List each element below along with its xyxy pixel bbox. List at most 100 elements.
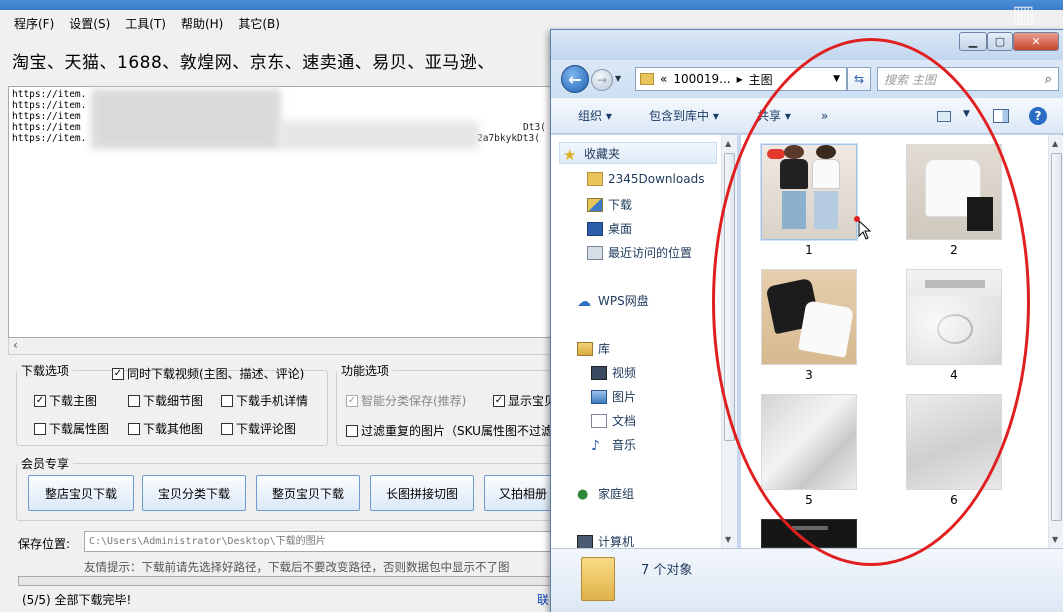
url-line: https://item.	[12, 133, 87, 144]
content-scrollbar[interactable]: ▲ ▼	[1048, 135, 1063, 548]
checkbox-main-image[interactable]: ✓ 下载主图	[34, 392, 97, 409]
nav-desktop[interactable]: 桌面	[587, 220, 632, 237]
desktop-icon	[587, 221, 603, 236]
minimize-button[interactable]: ▁	[959, 32, 987, 51]
url-input-area[interactable]: https://item. https://item. https://item…	[8, 86, 556, 338]
item-count: 7 个对象	[641, 563, 693, 578]
nav-pictures[interactable]: 图片	[591, 388, 636, 405]
save-location-label: 保存位置:	[18, 537, 71, 551]
recent-pages-dropdown-icon[interactable]: ▼	[615, 74, 621, 83]
pictures-icon	[591, 389, 607, 404]
scroll-left-icon[interactable]: ‹	[13, 338, 18, 352]
nav-favorites[interactable]: ★ 收藏夹	[559, 142, 717, 164]
download-folder-icon	[587, 197, 603, 212]
close-button[interactable]: ✕	[1013, 32, 1059, 51]
menu-tools[interactable]: 工具(T)	[119, 15, 175, 32]
recent-places-icon	[587, 245, 603, 260]
back-button[interactable]: ←	[561, 65, 589, 93]
breadcrumb-separator-icon[interactable]: ▸	[737, 72, 743, 86]
nav-downloads[interactable]: 下载	[587, 196, 632, 213]
menu-bar: 程序(F) 设置(S) 工具(T) 帮助(H) 其它(B)	[0, 10, 560, 36]
menu-program[interactable]: 程序(F)	[8, 15, 63, 32]
menu-help[interactable]: 帮助(H)	[175, 15, 232, 32]
nav-music[interactable]: ♪ 音乐	[591, 436, 636, 454]
check-icon: ✓	[493, 394, 505, 407]
nav-2345downloads[interactable]: 2345Downloads	[587, 172, 704, 186]
explorer-title-bar[interactable]: ▁ ▢ ✕	[551, 30, 1063, 60]
forward-button[interactable]: →	[591, 69, 613, 91]
whole-page-download-button[interactable]: 整页宝贝下载	[256, 475, 360, 511]
star-icon: ★	[563, 146, 577, 164]
content-scroll-thumb[interactable]	[1051, 153, 1062, 521]
progress-bar	[18, 576, 556, 586]
folder-icon	[587, 172, 603, 186]
explorer-status-bar: 7 个对象	[551, 548, 1063, 612]
url-tail: 2a7bkykDt3(	[477, 133, 540, 144]
checkbox-download-video[interactable]: ✓ 同时下载视频(主图、描述、评论)	[112, 365, 304, 382]
checkbox-mobile-detail[interactable]: 下载手机详情	[221, 392, 308, 409]
maximize-icon: ▢	[994, 35, 1006, 48]
url-tail: Dt3(	[523, 122, 546, 133]
checkbox-smart-save[interactable]: ✓ 智能分类保存(推荐)	[346, 392, 466, 409]
save-path-field[interactable]: C:\Users\Administrator\Desktop\下载的图片	[84, 531, 556, 552]
search-icon[interactable]: ⌕	[1045, 72, 1052, 87]
maximize-button[interactable]: ▢	[987, 32, 1013, 51]
checkbox-show-item[interactable]: ✓ 显示宝贝	[493, 392, 556, 409]
breadcrumb-overflow[interactable]: «	[660, 72, 667, 86]
url-line: https://item.	[12, 89, 87, 100]
nav-libraries[interactable]: 库	[577, 340, 610, 357]
check-icon: ✓	[34, 394, 46, 407]
tip-text: 友情提示：下载前请先选择好路径，下载后不要改变路径，否则数据包中显示不了图	[84, 560, 510, 574]
contact-link[interactable]: 联	[537, 591, 549, 608]
close-icon: ✕	[1031, 35, 1041, 48]
category-download-button[interactable]: 宝贝分类下载	[142, 475, 246, 511]
whole-shop-download-button[interactable]: 整店宝贝下载	[28, 475, 134, 511]
menu-other[interactable]: 其它(B)	[232, 15, 289, 32]
check-icon: ✓	[346, 394, 358, 407]
check-icon: ✓	[112, 367, 124, 380]
nav-wps-cloud[interactable]: ☁ WPS网盘	[577, 292, 649, 310]
checkbox-filter-duplicates[interactable]: 过滤重复的图片（SKU属性图不过滤	[346, 422, 553, 439]
cloud-icon: ☁	[577, 293, 591, 310]
url-line: https://item	[12, 111, 81, 122]
preview-pane-icon[interactable]	[993, 109, 1009, 123]
navigation-pane: ★ 收藏夹 2345Downloads 下载 桌面 最近访问的位置 ☁ WPS网盘 …	[551, 135, 737, 549]
scroll-down-icon: ▼	[725, 535, 732, 544]
arrow-right-icon: →	[596, 73, 608, 87]
checkbox-attr-image[interactable]: 下载属性图	[34, 420, 109, 437]
checkbox-other-image[interactable]: 下载其他图	[128, 420, 203, 437]
breadcrumb-current[interactable]: 主图	[749, 71, 773, 88]
blurred-region	[91, 89, 281, 149]
url-horizontal-scrollbar[interactable]: ‹	[8, 338, 556, 355]
menu-settings[interactable]: 设置(S)	[63, 15, 119, 32]
documents-icon	[591, 413, 607, 428]
checkbox-detail-image[interactable]: 下载细节图	[128, 392, 203, 409]
folder-large-icon	[581, 557, 615, 601]
video-icon	[591, 365, 607, 380]
nav-recent-places[interactable]: 最近访问的位置	[587, 244, 692, 261]
arrow-left-icon: ←	[568, 69, 582, 89]
include-in-library-menu[interactable]: 包含到库中 ▾	[649, 107, 719, 124]
library-icon	[577, 341, 593, 356]
nav-homegroup[interactable]: ● 家庭组	[577, 485, 634, 502]
organize-menu[interactable]: 组织 ▾	[578, 107, 612, 124]
supported-platforms-text: 淘宝、天猫、1688、敦煌网、京东、速卖通、易贝、亚马逊、	[12, 53, 495, 73]
nav-videos[interactable]: 视频	[591, 364, 636, 381]
url-line: https://item.	[12, 100, 87, 111]
watermark-logo: ▥	[1012, 0, 1035, 28]
nav-documents[interactable]: 文档	[591, 412, 636, 429]
download-options-legend: 下载选项	[21, 364, 70, 378]
url-line: https://item	[12, 122, 81, 133]
folder-icon	[640, 73, 654, 85]
help-icon[interactable]: ?	[1029, 107, 1047, 125]
homegroup-icon: ●	[577, 486, 589, 502]
minimize-icon: ▁	[968, 35, 978, 48]
scroll-down-icon: ▼	[1052, 535, 1059, 544]
function-options-legend: 功能选项	[341, 364, 390, 378]
checkbox-review-image[interactable]: 下载评论图	[221, 420, 296, 437]
member-legend: 会员专享	[21, 457, 70, 471]
app-title-bar	[0, 0, 1063, 10]
computer-icon	[577, 534, 593, 549]
long-image-stitch-button[interactable]: 长图拼接切图	[370, 475, 474, 511]
breadcrumb-parent[interactable]: 100019...	[673, 72, 730, 86]
